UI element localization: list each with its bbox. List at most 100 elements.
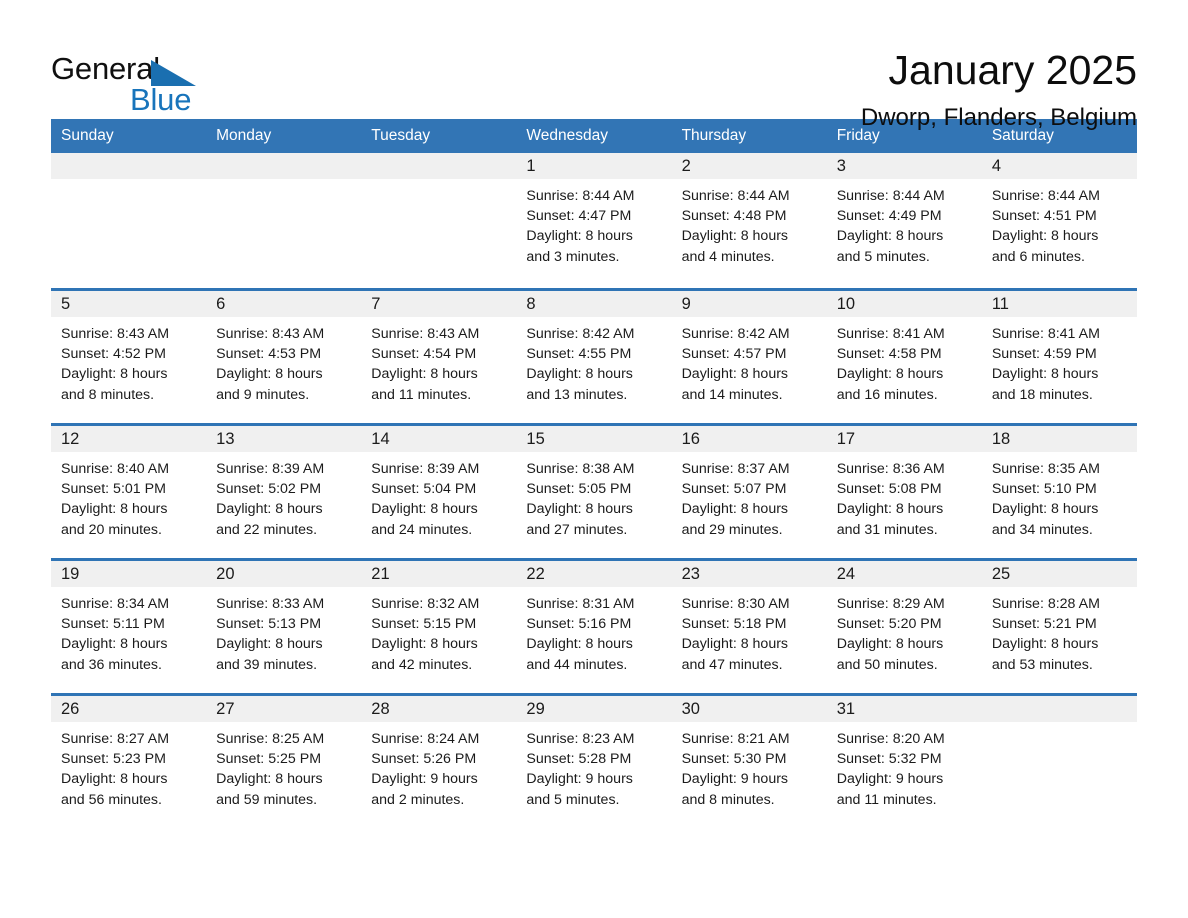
daylight-text-line1: Daylight: 8 hours [526,501,633,518]
daylight-text-line1: Daylight: 8 hours [61,501,168,518]
daylight-text-line1: Daylight: 8 hours [991,501,1099,518]
sunrise-text: Sunrise: 8:24 AM [371,731,480,747]
day-details: Sunrise: 8:36 AM Sunset: 5:08 PM Dayligh… [827,452,982,540]
day-cell[interactable]: 29 Sunrise: 8:23 AM Sunset: 5:28 PM Dayl… [516,696,672,828]
sunset-text: Sunset: 5:26 PM [371,751,477,768]
daylight-text-line2: and 36 minutes. [61,656,162,673]
day-number-strip: 5 [51,291,207,317]
day-cell[interactable]: 26 Sunrise: 8:27 AM Sunset: 5:23 PM Dayl… [51,696,207,828]
day-cell[interactable]: 7 Sunrise: 8:43 AM Sunset: 4:54 PM Dayli… [361,291,517,423]
sunset-text: Sunset: 4:58 PM [836,346,942,363]
day-cell[interactable]: 20 Sunrise: 8:33 AM Sunset: 5:13 PM Dayl… [206,561,362,693]
sunrise-text: Sunrise: 8:23 AM [526,731,635,747]
daylight-text-line2: and 56 minutes. [61,791,162,808]
daylight-text-line1: Daylight: 8 hours [836,366,944,383]
daylight-text-line1: Daylight: 8 hours [681,228,789,245]
day-details: Sunrise: 8:32 AM Sunset: 5:15 PM Dayligh… [361,587,516,675]
day-number: 2 [681,157,691,175]
day-number: 15 [526,430,545,448]
daylight-text-line2: and 24 minutes. [371,521,473,538]
sunset-text: Sunset: 4:54 PM [371,346,477,363]
daylight-text-line1: Daylight: 8 hours [681,636,789,653]
day-details: Sunrise: 8:43 AM Sunset: 4:53 PM Dayligh… [206,317,361,405]
day-cell[interactable]: 17 Sunrise: 8:36 AM Sunset: 5:08 PM Dayl… [826,426,982,558]
day-number-strip: 8 [516,291,672,317]
day-cell[interactable]: 1 Sunrise: 8:44 AM Sunset: 4:47 PM Dayli… [516,153,672,288]
day-cell[interactable]: 19 Sunrise: 8:34 AM Sunset: 5:11 PM Dayl… [51,561,207,693]
sunrise-text: Sunrise: 8:30 AM [681,596,790,612]
day-details: Sunrise: 8:31 AM Sunset: 5:16 PM Dayligh… [516,587,671,675]
day-number-strip: 9 [671,291,827,317]
daylight-text-line1: Daylight: 9 hours [836,771,944,788]
sunrise-text: Sunrise: 8:38 AM [526,461,635,477]
daylight-text-line2: and 8 minutes. [61,386,155,403]
day-details: Sunrise: 8:44 AM Sunset: 4:51 PM Dayligh… [982,179,1137,267]
day-cell[interactable]: 14 Sunrise: 8:39 AM Sunset: 5:04 PM Dayl… [361,426,517,558]
sunrise-text: Sunrise: 8:37 AM [681,461,790,477]
day-cell[interactable]: 8 Sunrise: 8:42 AM Sunset: 4:55 PM Dayli… [516,291,672,423]
day-cell[interactable]: 11 Sunrise: 8:41 AM Sunset: 4:59 PM Dayl… [981,291,1137,423]
day-number-strip: 22 [516,561,672,587]
day-number-strip: 12 [51,426,207,452]
day-cell[interactable]: 27 Sunrise: 8:25 AM Sunset: 5:25 PM Dayl… [206,696,362,828]
day-number-strip: 6 [206,291,362,317]
day-cell[interactable]: 10 Sunrise: 8:41 AM Sunset: 4:58 PM Dayl… [826,291,982,423]
sunset-text: Sunset: 4:59 PM [991,346,1097,363]
day-cell[interactable]: 12 Sunrise: 8:40 AM Sunset: 5:01 PM Dayl… [51,426,207,558]
day-cell[interactable]: 9 Sunrise: 8:42 AM Sunset: 4:57 PM Dayli… [671,291,827,423]
sunrise-text: Sunrise: 8:42 AM [681,326,790,342]
daylight-text-line2: and 5 minutes. [526,791,620,808]
weekday-header-saturday: Saturday [991,127,1054,144]
day-number: 5 [61,295,71,313]
logo-text-general: General [51,51,160,86]
day-cell[interactable]: 21 Sunrise: 8:32 AM Sunset: 5:15 PM Dayl… [361,561,517,693]
day-details: Sunrise: 8:44 AM Sunset: 4:48 PM Dayligh… [672,179,827,267]
day-cell[interactable]: 16 Sunrise: 8:37 AM Sunset: 5:07 PM Dayl… [671,426,827,558]
day-number: 30 [681,700,700,718]
day-cell[interactable]: 28 Sunrise: 8:24 AM Sunset: 5:26 PM Dayl… [361,696,517,828]
day-cell[interactable]: 31 Sunrise: 8:20 AM Sunset: 5:32 PM Dayl… [826,696,982,828]
generalblue-logo[interactable]: General Blue [51,44,241,124]
sunrise-text: Sunrise: 8:20 AM [836,731,945,747]
day-cell[interactable]: 5 Sunrise: 8:43 AM Sunset: 4:52 PM Dayli… [51,291,207,423]
sunset-text: Sunset: 5:13 PM [216,616,322,633]
day-number-strip: 10 [826,291,982,317]
daylight-text-line1: Daylight: 8 hours [371,501,478,518]
daylight-text-line1: Daylight: 8 hours [526,636,633,653]
sunrise-text: Sunrise: 8:43 AM [216,326,325,342]
day-cell[interactable]: 22 Sunrise: 8:31 AM Sunset: 5:16 PM Dayl… [516,561,672,693]
day-cell[interactable]: 13 Sunrise: 8:39 AM Sunset: 5:02 PM Dayl… [206,426,362,558]
weekday-header-wednesday: Wednesday [526,127,608,144]
sunset-text: Sunset: 4:57 PM [681,346,787,363]
sunset-text: Sunset: 4:48 PM [681,208,787,225]
day-number: 14 [371,430,390,448]
daylight-text-line2: and 53 minutes. [991,656,1093,673]
day-cell[interactable]: 30 Sunrise: 8:21 AM Sunset: 5:30 PM Dayl… [671,696,827,828]
sunrise-text: Sunrise: 8:43 AM [371,326,480,342]
day-cell[interactable]: 24 Sunrise: 8:29 AM Sunset: 5:20 PM Dayl… [826,561,982,693]
day-cell[interactable]: 18 Sunrise: 8:35 AM Sunset: 5:10 PM Dayl… [981,426,1137,558]
sunrise-text: Sunrise: 8:39 AM [216,461,325,477]
day-cell[interactable]: 25 Sunrise: 8:28 AM Sunset: 5:21 PM Dayl… [981,561,1137,693]
day-number-strip: 26 [51,696,207,722]
day-cell[interactable]: 15 Sunrise: 8:38 AM Sunset: 5:05 PM Dayl… [516,426,672,558]
day-number: 6 [216,295,226,313]
sunrise-text: Sunrise: 8:34 AM [61,596,170,612]
daylight-text-line1: Daylight: 9 hours [681,771,789,788]
day-cell[interactable]: 23 Sunrise: 8:30 AM Sunset: 5:18 PM Dayl… [671,561,827,693]
sunrise-text: Sunrise: 8:41 AM [991,326,1100,342]
logo-text-blue: Blue [130,82,192,117]
day-cell[interactable]: 6 Sunrise: 8:43 AM Sunset: 4:53 PM Dayli… [206,291,362,423]
daylight-text-line2: and 4 minutes. [681,248,775,265]
day-cell[interactable]: 4 Sunrise: 8:44 AM Sunset: 4:51 PM Dayli… [981,153,1137,288]
week-row: 12 Sunrise: 8:40 AM Sunset: 5:01 PM Dayl… [51,423,1137,558]
day-cell[interactable]: 2 Sunrise: 8:44 AM Sunset: 4:48 PM Dayli… [671,153,827,288]
daylight-text-line2: and 59 minutes. [216,791,318,808]
sunrise-text: Sunrise: 8:25 AM [216,731,325,747]
sunset-text: Sunset: 5:04 PM [371,481,477,498]
daylight-text-line2: and 22 minutes. [216,521,318,538]
day-cell[interactable]: 3 Sunrise: 8:44 AM Sunset: 4:49 PM Dayli… [826,153,982,288]
sunrise-text: Sunrise: 8:44 AM [836,188,945,204]
day-number-strip: 21 [361,561,517,587]
day-number-strip: 31 [826,696,982,722]
